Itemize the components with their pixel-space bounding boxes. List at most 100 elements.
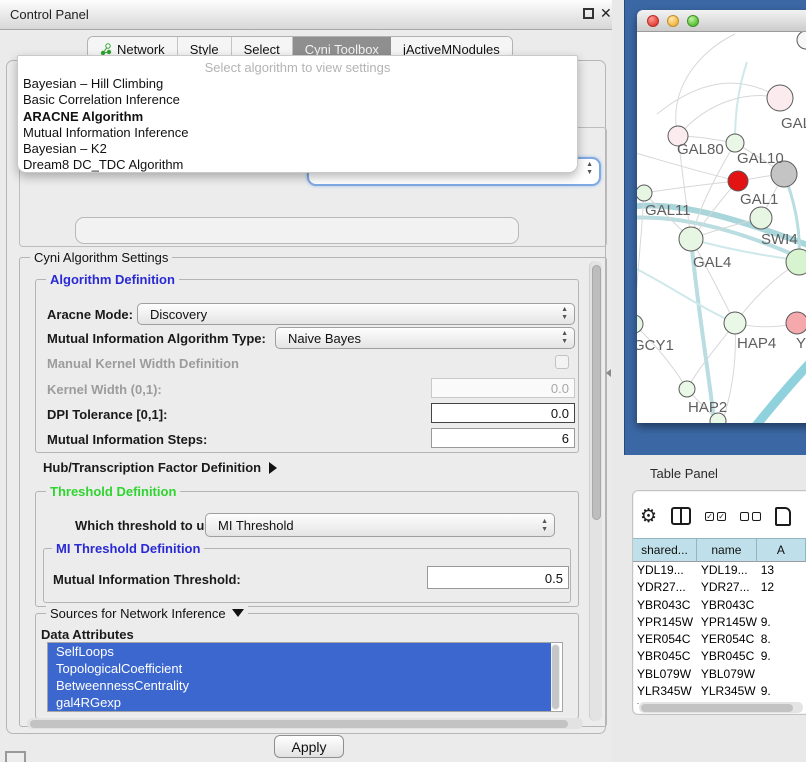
table-row[interactable]: YER054CYER054C8.	[633, 631, 806, 648]
scrollbar-thumb[interactable]	[592, 265, 601, 520]
which-threshold-combobox[interactable]: MI Threshold ▲▼	[205, 513, 555, 537]
network-node[interactable]	[728, 171, 748, 191]
dropdown-item[interactable]: Bayesian – Hill Climbing	[18, 76, 577, 92]
column-header[interactable]: name	[697, 538, 757, 562]
attribute-item[interactable]: gal4RGexp	[48, 694, 551, 711]
table-row[interactable]: YDL19...YDL19...13	[633, 562, 806, 579]
settings-horizontal-scrollbar[interactable]	[27, 718, 583, 729]
scrollbar-thumb[interactable]	[552, 645, 559, 709]
network-icon	[100, 43, 112, 56]
network-node-hap4[interactable]	[724, 312, 746, 334]
table-cell: YPR145W	[633, 614, 697, 631]
checkbox-glyph	[752, 512, 761, 521]
mi-threshold-field[interactable]: 0.5	[427, 566, 569, 589]
combo-arrows-icon: ▲▼	[586, 161, 593, 177]
float-window-icon[interactable]	[583, 8, 594, 19]
close-traffic-light[interactable]	[647, 15, 659, 27]
mi-type-combobox[interactable]: Naive Bayes ▲▼	[275, 327, 575, 349]
kernel-width-field[interactable]: 0.0	[431, 378, 575, 398]
dropdown-item[interactable]: Dream8 DC_TDC Algorithm	[18, 157, 577, 173]
mi-type-value: Naive Bayes	[288, 331, 361, 346]
network-window-titlebar[interactable]	[637, 10, 806, 32]
sources-toggle[interactable]: Sources for Network Inference	[46, 606, 248, 621]
table-row[interactable]: YPR145WYPR145W9.	[633, 614, 806, 631]
table-row[interactable]: YBL079WYBL079W	[633, 666, 806, 683]
mi-type-label: Mutual Information Algorithm Type:	[47, 331, 266, 346]
which-threshold-value: MI Threshold	[218, 518, 294, 533]
manual-kernel-checkbox[interactable]	[555, 355, 569, 369]
table-cell: YDR27...	[633, 579, 697, 596]
table-row[interactable]: YLR345WYLR345W9.	[633, 683, 806, 700]
table-header-row: shared...nameA	[633, 538, 806, 562]
dpi-tolerance-label: DPI Tolerance [0,1]:	[47, 407, 167, 422]
settings-vertical-scrollbar[interactable]	[589, 261, 602, 721]
network-node-hap2[interactable]	[679, 381, 695, 397]
attribute-list-scrollbar[interactable]	[551, 644, 560, 710]
node-label: HAP4	[737, 335, 776, 352]
aracne-mode-combobox[interactable]: Discovery ▲▼	[137, 303, 575, 325]
column-header[interactable]: A	[757, 538, 806, 562]
columns-icon[interactable]	[671, 507, 691, 525]
scrollbar-thumb[interactable]	[641, 704, 793, 712]
network-node-gal11[interactable]	[637, 185, 652, 201]
node-label: GAL10	[737, 150, 784, 167]
dropdown-item[interactable]: Basic Correlation Inference	[18, 92, 577, 108]
attribute-item[interactable]: BetweennessCentrality	[48, 677, 551, 694]
checked-boxes-icon[interactable]: ✓✓	[705, 512, 726, 521]
network-node-gal4[interactable]	[679, 227, 703, 251]
network-node[interactable]	[797, 32, 806, 49]
network-node-gal1[interactable]	[750, 207, 772, 229]
table-panel-title: Table Panel	[650, 466, 718, 481]
gear-icon[interactable]: ⚙	[640, 507, 657, 526]
node-label: SWI4	[761, 231, 798, 248]
network-view-window[interactable]: GALGAL80GAL10GAL1GAL11SWI4GAL4GCY1HAP4YH…	[637, 10, 806, 423]
dropdown-prompt: Select algorithm to view settings	[18, 56, 577, 76]
split-pane-divider[interactable]	[612, 0, 624, 762]
zoom-traffic-light[interactable]	[687, 15, 699, 27]
table-data-combobox[interactable]	[75, 217, 519, 244]
document-icon[interactable]	[775, 507, 791, 526]
scrollbar-thumb[interactable]	[30, 720, 568, 728]
divider-handle-icon[interactable]	[606, 369, 611, 377]
network-node-gcy1[interactable]	[637, 315, 643, 333]
table-cell: YBR043C	[633, 597, 697, 614]
table-cell: YBR045C	[697, 648, 757, 665]
combo-arrows-icon: ▲▼	[541, 518, 548, 534]
mi-steps-label: Mutual Information Steps:	[47, 432, 207, 447]
hub-definition-toggle[interactable]: Hub/Transcription Factor Definition	[43, 460, 277, 475]
which-threshold-label: Which threshold to use:	[75, 518, 223, 533]
network-canvas[interactable]: GALGAL80GAL10GAL1GAL11SWI4GAL4GCY1HAP4YH…	[637, 32, 806, 423]
unchecked-boxes-icon[interactable]	[740, 512, 761, 521]
attribute-item[interactable]: SelfLoops	[48, 643, 551, 660]
table-cell: YDL19...	[633, 562, 697, 579]
mi-threshold-definition-title: MI Threshold Definition	[52, 541, 204, 556]
table-cell	[757, 597, 806, 614]
table-row[interactable]: YBR045CYBR045C9.	[633, 648, 806, 665]
table-row[interactable]: YDR27...YDR27...12	[633, 579, 806, 596]
table-cell: 8.	[757, 631, 806, 648]
data-attributes-list[interactable]: SelfLoopsTopologicalCoefficientBetweenne…	[47, 642, 563, 712]
close-icon[interactable]: ✕	[600, 5, 612, 22]
node-label: Y	[796, 335, 806, 352]
collapsed-arrow-icon	[269, 462, 277, 474]
dpi-tolerance-field[interactable]: 0.0	[431, 403, 575, 423]
dropdown-item[interactable]: Bayesian – K2	[18, 141, 577, 157]
collapsed-panel-icon[interactable]	[5, 751, 26, 762]
column-header[interactable]: shared...	[633, 538, 697, 562]
dropdown-item[interactable]: ARACNE Algorithm	[18, 109, 577, 125]
combo-arrows-icon: ▲▼	[561, 330, 568, 346]
manual-kernel-label: Manual Kernel Width Definition	[47, 356, 239, 371]
node-label: HAP2	[688, 399, 727, 416]
apply-button[interactable]: Apply	[274, 735, 344, 758]
network-node-gal[interactable]	[767, 85, 793, 111]
minimize-traffic-light[interactable]	[667, 15, 679, 27]
node-table: shared...nameA YDL19...YDL19...13YDR27..…	[633, 538, 806, 704]
attribute-item[interactable]: TopologicalCoefficient	[48, 660, 551, 677]
table-row[interactable]: YBR043CYBR043C	[633, 597, 806, 614]
network-node-y[interactable]	[786, 312, 806, 334]
checkbox-glyph: ✓	[717, 512, 726, 521]
mi-steps-field[interactable]: 6	[431, 428, 575, 448]
kernel-width-label: Kernel Width (0,1):	[47, 382, 162, 397]
dropdown-item[interactable]: Mutual Information Inference	[18, 125, 577, 141]
table-horizontal-scrollbar[interactable]	[639, 702, 803, 713]
